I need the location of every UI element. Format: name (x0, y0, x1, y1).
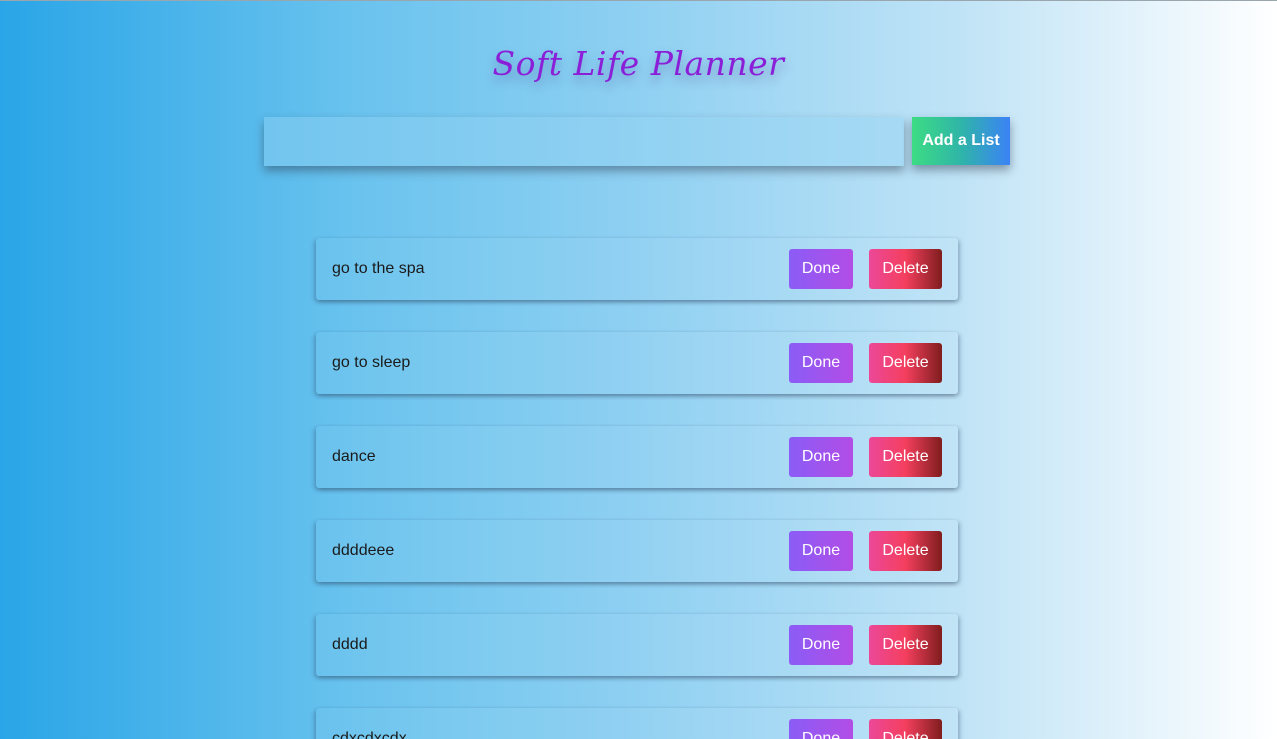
list-item: ddddeee Done Delete (316, 520, 958, 582)
window-top-border (0, 0, 1277, 1)
done-button[interactable]: Done (789, 343, 853, 383)
delete-button[interactable]: Delete (869, 531, 942, 571)
list-item-text: dance (332, 448, 376, 465)
add-list-button[interactable]: Add a List (912, 117, 1010, 165)
list-item: go to sleep Done Delete (316, 332, 958, 394)
delete-button[interactable]: Delete (869, 249, 942, 289)
done-button[interactable]: Done (789, 437, 853, 477)
delete-button[interactable]: Delete (869, 625, 942, 665)
list-item: go to the spa Done Delete (316, 238, 958, 300)
list-item-text: dddd (332, 636, 368, 653)
delete-button[interactable]: Delete (869, 719, 942, 739)
done-button[interactable]: Done (789, 531, 853, 571)
delete-button[interactable]: Delete (869, 437, 942, 477)
list-item: dddd Done Delete (316, 614, 958, 676)
list-item-text: cdxcdxcdx (332, 730, 407, 739)
page-title: Soft Life Planner (492, 44, 785, 83)
list-item: cdxcdxcdx Done Delete (316, 708, 958, 739)
list-item-text: ddddeee (332, 542, 395, 559)
list-item: dance Done Delete (316, 426, 958, 488)
done-button[interactable]: Done (789, 719, 853, 739)
done-button[interactable]: Done (789, 625, 853, 665)
list-item-text: go to sleep (332, 354, 411, 371)
delete-button[interactable]: Delete (869, 343, 942, 383)
list-entry-input[interactable] (264, 117, 904, 166)
list-item-text: go to the spa (332, 260, 425, 277)
done-button[interactable]: Done (789, 249, 853, 289)
